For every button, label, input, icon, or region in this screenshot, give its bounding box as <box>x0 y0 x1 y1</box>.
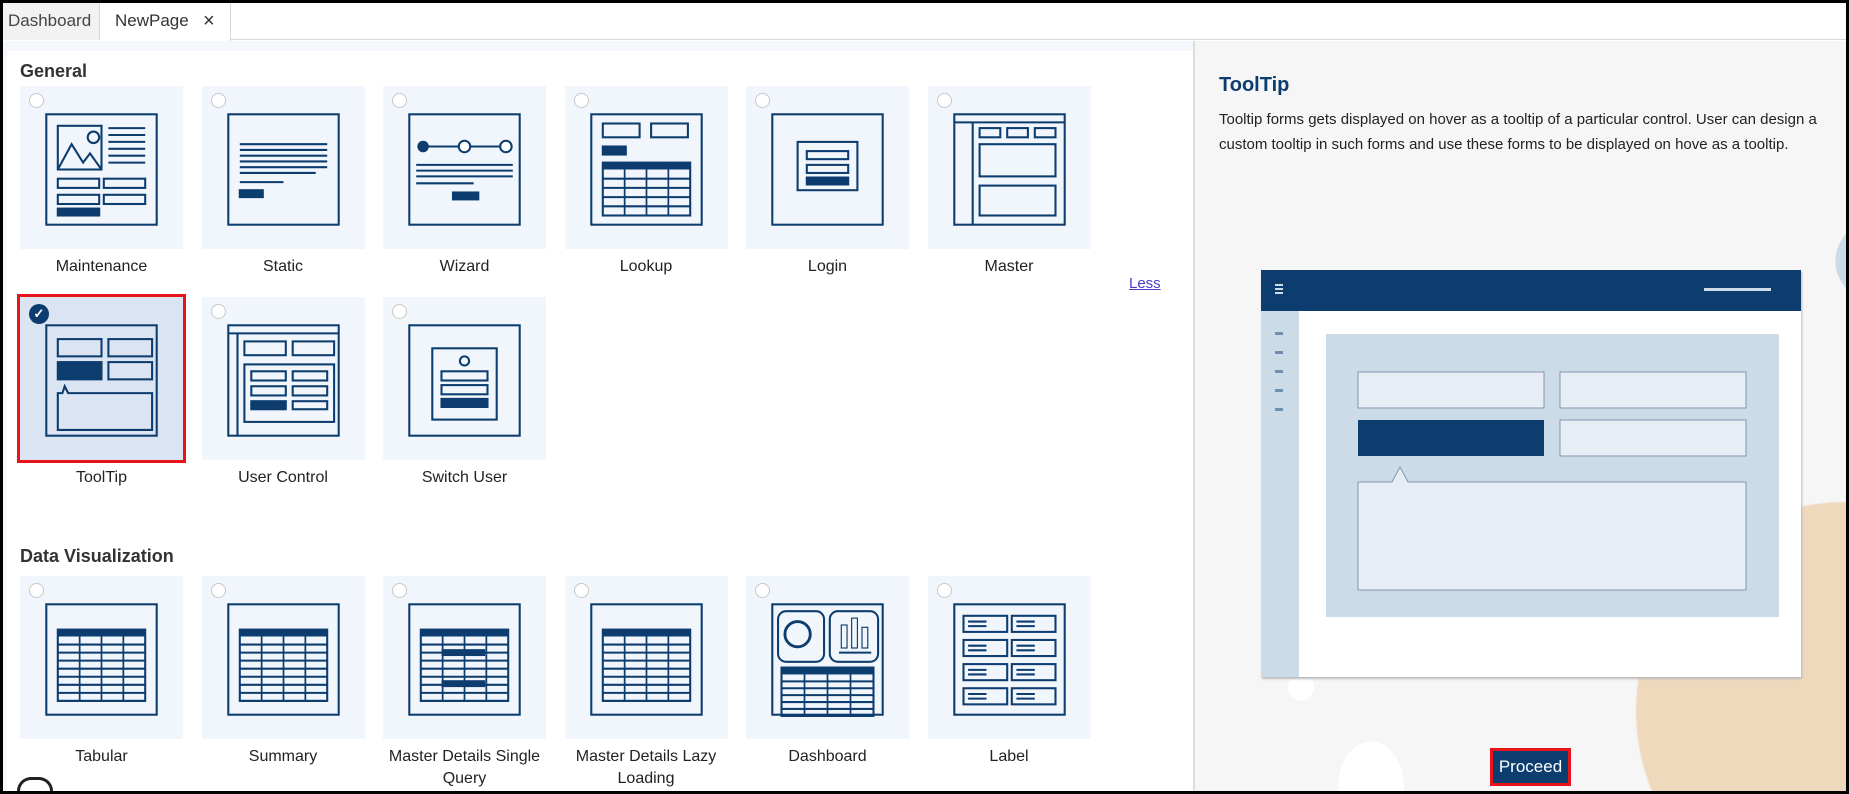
template-card-summary[interactable] <box>201 576 365 739</box>
radio-button[interactable] <box>29 93 44 108</box>
detail-panel: ToolTip Tooltip forms gets displayed on … <box>1193 41 1846 791</box>
template-card-tooltip[interactable]: ✓ <box>17 294 186 463</box>
preview-header <box>1261 270 1801 311</box>
template-label: Dashboard <box>788 748 867 765</box>
template-card-master-details-lazy-loading[interactable] <box>564 576 728 739</box>
template-label: Master Details Single Query <box>388 748 541 787</box>
menu-icon <box>1275 284 1283 286</box>
radio-button[interactable] <box>210 93 226 108</box>
template-label: Tabular <box>75 748 128 765</box>
radio-button[interactable] <box>210 583 226 598</box>
template-label: ToolTip <box>76 469 127 486</box>
radio-button[interactable] <box>573 583 589 598</box>
login-icon <box>771 113 884 226</box>
template-label: Label <box>989 748 1029 765</box>
template-card-switch-user[interactable] <box>383 297 546 460</box>
gallery-content: General Less Data Visualization Maintena… <box>7 51 1193 791</box>
radio-button[interactable] <box>755 93 770 108</box>
wizard-icon <box>408 113 521 226</box>
section-title-general: General <box>20 61 88 81</box>
template-gallery: General Less Data Visualization Maintena… <box>3 41 1193 791</box>
user-control-icon <box>226 324 340 437</box>
maintenance-icon <box>45 113 158 226</box>
preview-illustration <box>1261 270 1801 677</box>
static-icon <box>226 113 340 226</box>
template-card-dashboard[interactable] <box>746 576 909 739</box>
template-label: Switch User <box>421 469 508 486</box>
sidebar-lines <box>1275 332 1283 335</box>
preview-sidebar <box>1261 311 1299 677</box>
tab-dashboard[interactable]: Dashboard <box>3 3 100 40</box>
template-card-master[interactable] <box>927 86 1091 249</box>
section-title-data-visualization: Data Visualization <box>20 546 174 566</box>
switch-user-icon <box>408 324 521 437</box>
radio-button[interactable] <box>936 93 952 108</box>
radio-button[interactable] <box>392 93 407 108</box>
template-card-master-details-single-query[interactable] <box>383 576 546 739</box>
template-card-wizard[interactable] <box>383 86 546 249</box>
radio-button[interactable] <box>573 93 589 108</box>
master-icon <box>952 113 1066 226</box>
detail-title: ToolTip <box>1219 74 1290 96</box>
template-label: User Control <box>238 469 328 486</box>
template-card-tabular[interactable] <box>20 576 183 739</box>
window: Dashboard NewPage × General Less Data Vis… <box>3 3 1846 791</box>
checkmark-icon: ✓ <box>29 304 49 324</box>
template-card-static[interactable] <box>201 86 365 249</box>
radio-button[interactable] <box>392 304 407 319</box>
radio-button[interactable] <box>29 583 44 598</box>
radio-button[interactable] <box>755 583 770 598</box>
template-card-label[interactable] <box>927 576 1091 739</box>
radio-button[interactable] <box>210 304 226 319</box>
template-card-user-control[interactable] <box>201 297 365 460</box>
template-label: Master Details Lazy Loading <box>575 748 717 787</box>
template-label: Master <box>984 258 1034 275</box>
less-link[interactable]: Less <box>1129 275 1161 292</box>
proceed-button[interactable]: Proceed <box>1490 748 1571 786</box>
template-label: Summary <box>248 748 318 765</box>
help-circle-icon[interactable] <box>17 777 53 791</box>
header-line <box>1704 288 1771 291</box>
label-icon <box>952 603 1066 716</box>
dashboard-icon <box>771 603 884 717</box>
master-details-lazy-icon <box>589 603 703 716</box>
template-label: Maintenance <box>55 258 148 275</box>
template-card-maintenance[interactable] <box>20 86 183 249</box>
summary-icon <box>226 603 340 716</box>
close-icon[interactable]: × <box>203 3 215 39</box>
radio-button[interactable] <box>392 583 407 598</box>
template-card-login[interactable] <box>746 86 909 249</box>
tabular-icon <box>45 603 158 716</box>
template-label: Login <box>807 258 848 275</box>
lookup-icon <box>589 113 703 226</box>
tab-newpage[interactable]: NewPage × <box>100 3 231 41</box>
tab-bar: Dashboard NewPage × <box>3 3 1846 41</box>
template-label: Wizard <box>439 258 490 275</box>
template-card-lookup[interactable] <box>564 86 728 249</box>
template-label: Lookup <box>619 258 673 275</box>
tooltip-icon <box>45 324 158 437</box>
master-details-single-icon <box>408 603 521 716</box>
radio-button[interactable] <box>936 583 952 598</box>
detail-description: Tooltip forms gets displayed on hover as… <box>1219 111 1817 153</box>
template-label: Static <box>262 258 303 275</box>
tab-label: NewPage <box>115 11 189 30</box>
tooltip-form-illustration <box>1326 334 1779 617</box>
